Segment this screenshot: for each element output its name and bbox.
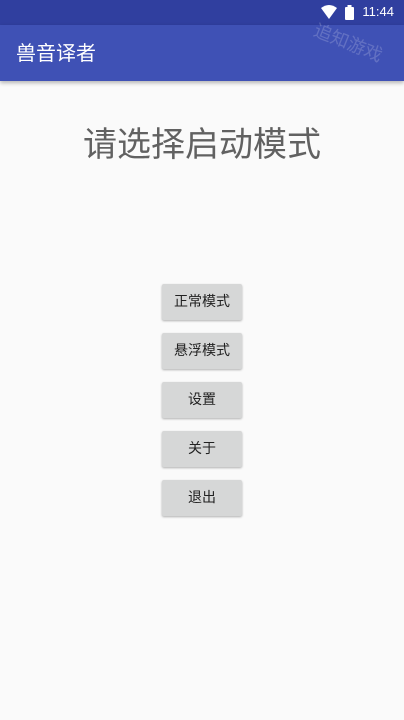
settings-button[interactable]: 设置 bbox=[162, 382, 242, 418]
about-button[interactable]: 关于 bbox=[162, 431, 242, 467]
app-bar: 兽音译者 追知游戏 bbox=[0, 20, 404, 81]
watermark: 追知游戏 bbox=[310, 20, 386, 67]
wifi-icon bbox=[321, 5, 338, 19]
mode-menu: 正常模式 悬浮模式 设置 关于 退出 bbox=[161, 284, 243, 529]
status-bar: 11:44 bbox=[0, 0, 404, 25]
battery-icon bbox=[345, 4, 355, 20]
page-title: 请选择启动模式 bbox=[83, 125, 321, 165]
exit-button[interactable]: 退出 bbox=[162, 480, 242, 516]
normal-mode-button[interactable]: 正常模式 bbox=[162, 284, 242, 320]
floating-mode-button[interactable]: 悬浮模式 bbox=[162, 333, 242, 369]
app-title: 兽音译者 bbox=[16, 41, 96, 65]
status-icons: 11:44 bbox=[321, 4, 394, 20]
status-clock: 11:44 bbox=[362, 4, 394, 19]
